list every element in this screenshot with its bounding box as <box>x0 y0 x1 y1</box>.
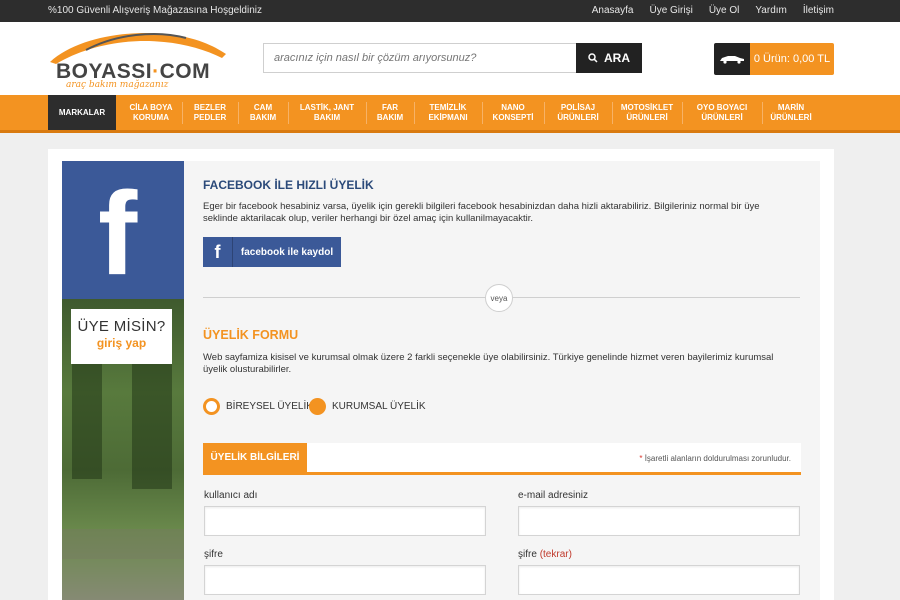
site-logo[interactable]: BOYASSI·COM araç bakım mağazanız <box>46 28 231 90</box>
nav-separator <box>182 102 183 124</box>
nav-label: LASTİK, JANT BAKIM <box>299 102 355 122</box>
email-field[interactable] <box>518 506 800 536</box>
search-icon <box>588 53 598 63</box>
password-repeat-suffix: (tekrar) <box>539 549 572 560</box>
search-button-label: ARA <box>604 51 630 65</box>
main-nav: MARKALAR CİLA BOYA KORUMA BEZLER PEDLER … <box>0 95 900 133</box>
nav-separator <box>612 102 613 124</box>
nav-label: MOTOSİKLET ÜRÜNLERİ <box>620 102 674 122</box>
facebook-signup-button[interactable]: f facebook ile kaydol <box>203 237 341 267</box>
car-icon <box>714 43 750 75</box>
nav-separator <box>762 102 763 124</box>
nav-label: MARKALAR <box>58 107 106 117</box>
header: BOYASSI·COM araç bakım mağazanız ARA 0 Ü… <box>0 22 900 95</box>
radio-corporate[interactable]: KURUMSAL ÜYELİK <box>309 398 426 415</box>
password-repeat-label: şifre (tekrar) <box>518 549 572 560</box>
radio-individual[interactable]: BİREYSEL ÜYELİK <box>203 398 313 415</box>
link-home[interactable]: Anasayfa <box>592 5 634 16</box>
photo-tree-shape <box>72 359 102 479</box>
cart-button[interactable]: 0 Ürün: 0,00 TL <box>714 43 834 75</box>
nav-label: POLİSAJ ÜRÜNLERİ <box>557 102 599 122</box>
nav-item-lastik[interactable]: LASTİK, JANT BAKIM <box>292 95 362 130</box>
nav-separator <box>238 102 239 124</box>
link-register[interactable]: Üye Ol <box>709 5 740 16</box>
nav-separator <box>366 102 367 124</box>
cart-summary: 0 Ürün: 0,00 TL <box>750 43 834 75</box>
nav-item-markalar[interactable]: MARKALAR <box>48 95 116 130</box>
radio-corporate-label: KURUMSAL ÜYELİK <box>332 401 426 412</box>
member-question: ÜYE MİSİN? <box>77 318 166 335</box>
logo-tagline: araç bakım mağazanız <box>66 80 169 90</box>
member-login-box[interactable]: ÜYE MİSİN? giriş yap <box>71 309 172 364</box>
nav-item-motosiklet[interactable]: MOTOSİKLET ÜRÜNLERİ <box>616 95 678 130</box>
facebook-signup-heading: FACEBOOK İLE HIZLI ÜYELİK <box>203 178 374 192</box>
radio-selected-icon <box>203 398 220 415</box>
nav-label: MARİN ÜRÜNLERİ <box>770 102 812 122</box>
nav-item-far[interactable]: FAR BAKIM <box>370 95 410 130</box>
radio-unselected-icon <box>309 398 326 415</box>
membership-info-bar: ÜYELİK BİLGİLERİ * İşaretli alanların do… <box>203 443 801 475</box>
nav-label: CAM BAKIM <box>249 102 277 122</box>
nav-item-cila-boya[interactable]: CİLA BOYA KORUMA <box>124 95 178 130</box>
facebook-icon: f <box>203 237 233 267</box>
membership-form-text: Web sayfamiza kisisel ve kurumsal olmak … <box>203 352 774 375</box>
nav-item-polisaj[interactable]: POLİSAJ ÜRÜNLERİ <box>548 95 608 130</box>
membership-form-heading: ÜYELİK FORMU <box>203 328 299 342</box>
sidebar-promo: f <box>62 161 184 600</box>
password-label: şifre <box>204 549 223 560</box>
nav-separator <box>544 102 545 124</box>
password-field[interactable] <box>204 565 486 595</box>
link-login[interactable]: Üye Girişi <box>649 5 692 16</box>
welcome-text: %100 Güvenli Alışveriş Mağazasına Hoşgel… <box>48 5 262 16</box>
search-button[interactable]: ARA <box>576 43 642 73</box>
nav-item-oyo-boyaci[interactable]: OYO BOYACI ÜRÜNLERİ <box>686 95 758 130</box>
top-links: Anasayfa Üye Girişi Üye Ol Yardım İletiş… <box>576 5 834 16</box>
username-field[interactable] <box>204 506 486 536</box>
password-repeat-label-text: şifre <box>518 549 537 560</box>
radio-individual-label: BİREYSEL ÜYELİK <box>226 401 313 412</box>
photo-road-shape <box>62 529 184 559</box>
member-login-link[interactable]: giriş yap <box>71 336 172 350</box>
nav-label: BEZLER PEDLER <box>193 102 227 122</box>
nav-item-bezler[interactable]: BEZLER PEDLER <box>186 95 234 130</box>
nav-label: CİLA BOYA KORUMA <box>129 102 173 122</box>
nav-separator <box>288 102 289 124</box>
link-contact[interactable]: İletişim <box>803 5 834 16</box>
nav-item-nano[interactable]: NANO KONSEPTİ <box>486 95 540 130</box>
membership-info-tab: ÜYELİK BİLGİLERİ <box>203 443 307 472</box>
nav-separator <box>682 102 683 124</box>
password-repeat-field[interactable] <box>518 565 800 595</box>
nav-label: OYO BOYACI ÜRÜNLERİ <box>696 102 748 122</box>
search-input[interactable] <box>263 43 577 73</box>
facebook-signup-text: Eger bir facebook hesabiniz varsa, üyeli… <box>203 201 760 224</box>
username-label: kullanıcı adı <box>204 490 258 501</box>
email-label: e-mail adresiniz <box>518 490 589 501</box>
nav-item-temizlik[interactable]: TEMİZLİK EKİPMANI <box>418 95 478 130</box>
nav-item-cam[interactable]: CAM BAKIM <box>242 95 284 130</box>
required-note-text: İşaretli alanların doldurulması zorunlud… <box>642 454 791 463</box>
nav-label: TEMİZLİK EKİPMANI <box>428 102 468 122</box>
facebook-f-icon: f <box>98 168 138 300</box>
facebook-logo-block: f <box>62 161 184 299</box>
facebook-button-label: facebook ile kaydol <box>240 246 334 258</box>
nav-separator <box>414 102 415 124</box>
nav-separator <box>482 102 483 124</box>
nav-label: FAR BAKIM <box>376 102 404 122</box>
required-fields-note: * İşaretli alanların doldurulması zorunl… <box>639 454 791 463</box>
nav-item-marin[interactable]: MARİN ÜRÜNLERİ <box>766 95 816 130</box>
link-help[interactable]: Yardım <box>755 5 787 16</box>
divider-or-badge: veya <box>485 284 513 312</box>
nav-label: NANO KONSEPTİ <box>492 102 534 122</box>
top-bar: %100 Güvenli Alışveriş Mağazasına Hoşgel… <box>0 0 900 22</box>
